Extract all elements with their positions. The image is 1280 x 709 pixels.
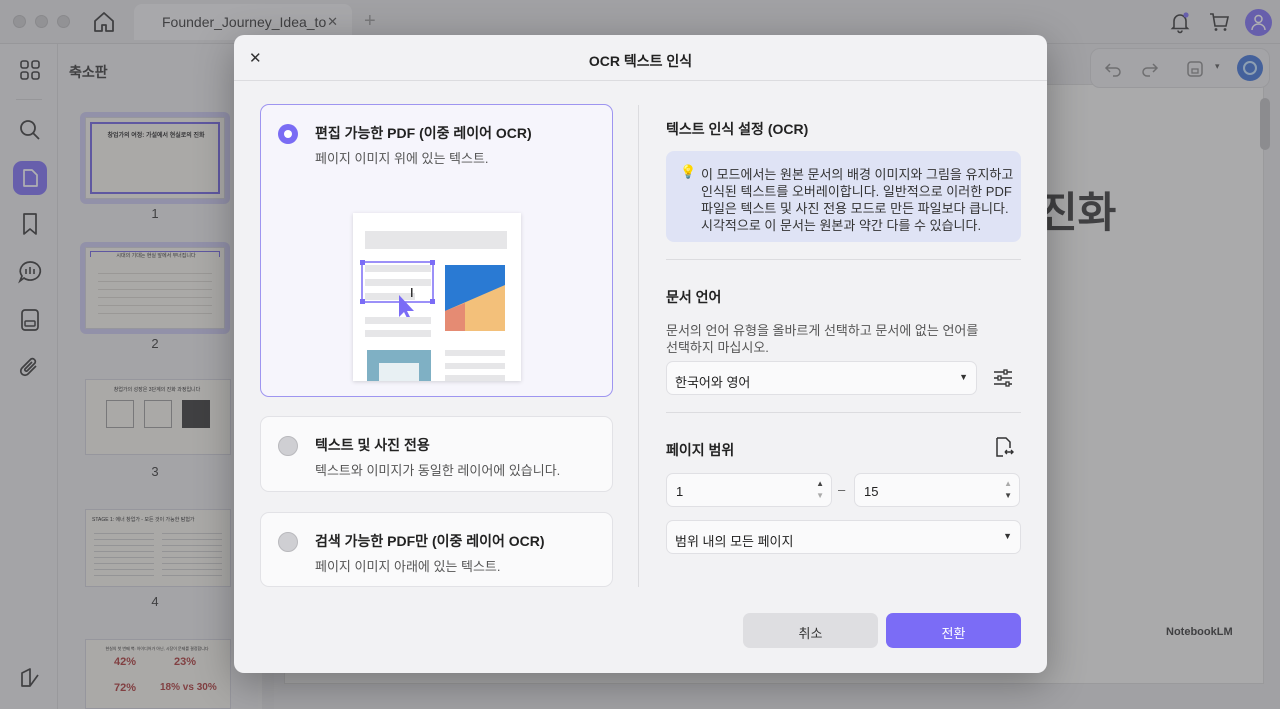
dialog-title: OCR 텍스트 인식 [588,53,693,69]
option-title: 텍스트 및 사진 전용 [315,437,430,453]
convert-button[interactable]: 전환 [886,613,1021,648]
option-title: 편집 가능한 PDF (이중 레이어 OCR) [315,125,532,141]
page-to-input[interactable]: 15 ▲ ▼ [854,473,1020,507]
document-illustration-icon [360,231,507,381]
info-box: 💡 이 모드에서는 원본 문서의 배경 이미지와 그림을 유지하고 인식된 텍스… [666,151,1021,242]
settings-title: 텍스트 인식 설정 (OCR) [666,121,809,137]
ocr-dialog: ✕ OCR 텍스트 인식 편집 가능한 PDF (이중 레이어 OCR) 페이지… [234,35,1047,673]
section-divider [666,259,1021,260]
language-title: 문서 언어 [666,289,722,305]
info-text: 시각적으로 이 문서는 원본과 약간 다를 수 있습니다. [701,218,982,233]
option-text-and-image[interactable]: 텍스트 및 사진 전용 텍스트와 이미지가 동일한 레이어에 있습니다. [260,416,613,492]
language-value: 한국어와 영어 [675,375,751,390]
radio-editable-pdf[interactable] [278,124,298,144]
page-range-title: 페이지 범위 [666,442,735,458]
page-subset-select[interactable]: 범위 내의 모든 페이지 ▼ [666,520,1021,554]
caret-down-icon: ▼ [959,372,968,382]
vertical-divider [638,105,639,587]
cancel-button[interactable]: 취소 [743,613,878,648]
option-title: 검색 가능한 PDF만 (이중 레이어 OCR) [315,533,545,549]
option-description: 텍스트와 이미지가 동일한 레이어에 있습니다. [315,463,561,478]
page-to-stepper[interactable]: ▲ ▼ [1004,478,1012,502]
ocr-illustration [353,213,521,381]
dialog-header: ✕ OCR 텍스트 인식 [234,35,1047,81]
sliders-icon[interactable] [991,366,1015,390]
section-divider [666,412,1021,413]
radio-text-and-image[interactable] [278,436,298,456]
option-description: 페이지 이미지 위에 있는 텍스트. [315,151,489,166]
page-range-icon[interactable] [991,435,1015,459]
radio-searchable-pdf[interactable] [278,532,298,552]
language-select[interactable]: 한국어와 영어 ▼ [666,361,977,395]
range-separator: – [838,482,846,497]
page-to-value: 15 [864,484,879,499]
option-searchable-pdf[interactable]: 검색 가능한 PDF만 (이중 레이어 OCR) 페이지 이미지 아래에 있는 … [260,512,613,587]
page-from-input[interactable]: 1 ▲ ▼ [666,473,832,507]
language-help: 선택하지 마십시오. [666,340,769,355]
caret-down-icon: ▼ [1003,531,1012,541]
page-from-stepper[interactable]: ▲ ▼ [816,478,824,502]
page-from-value: 1 [676,484,684,499]
option-editable-pdf[interactable]: 편집 가능한 PDF (이중 레이어 OCR) 페이지 이미지 위에 있는 텍스… [260,104,613,397]
page-subset-value: 범위 내의 모든 페이지 [675,534,794,549]
lightbulb-icon: 💡 [680,164,697,179]
option-description: 페이지 이미지 아래에 있는 텍스트. [315,559,501,574]
